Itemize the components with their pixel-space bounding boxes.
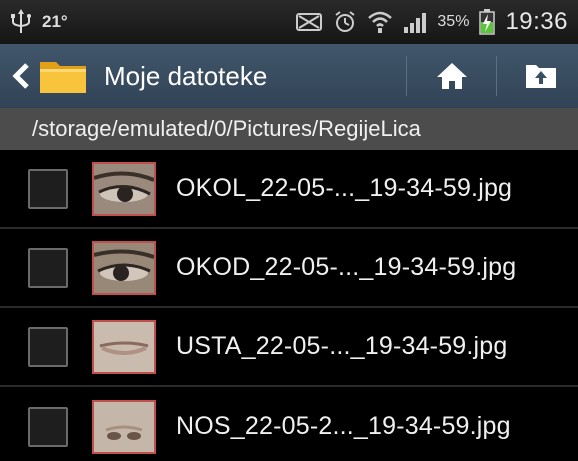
path-bar: /storage/emulated/0/Pictures/RegijeLica [0,108,578,150]
no-signal-icon [296,13,323,31]
image-thumbnail [92,161,156,216]
folder-icon [40,62,86,93]
file-checkbox[interactable] [28,247,68,288]
file-row[interactable]: USTA_22-05-..._19-34-59.jpg [0,308,578,387]
signal-icon [404,13,427,33]
back-chevron-icon [12,63,29,89]
file-name: OKOD_22-05-..._19-34-59.jpg [176,253,517,281]
alarm-icon [335,11,356,32]
usb-icon [11,9,31,33]
current-path: /storage/emulated/0/Pictures/RegijeLica [32,116,421,141]
file-list: OKOL_22-05-..._19-34-59.jpg OKOD_22-05-.… [0,150,578,461]
file-name: OKOL_22-05-..._19-34-59.jpg [176,174,513,202]
file-name: USTA_22-05-..._19-34-59.jpg [176,332,508,360]
up-folder-icon [526,65,556,88]
app-title: Moje datoteke [104,60,268,91]
image-thumbnail [92,319,156,374]
clock: 19:36 [505,8,568,35]
battery-percent: 35% [437,13,470,30]
image-thumbnail [92,240,156,295]
up-folder-button[interactable] [497,44,578,108]
action-bar: Moje datoteke [0,44,578,108]
wifi-icon [368,11,393,33]
divider [406,56,407,96]
file-checkbox[interactable] [28,406,68,447]
file-row[interactable]: OKOD_22-05-..._19-34-59.jpg [0,229,578,308]
file-checkbox[interactable] [28,168,68,209]
battery-charging-icon [479,9,496,35]
file-row[interactable]: OKOL_22-05-..._19-34-59.jpg [0,150,578,229]
back-button[interactable] [0,44,90,108]
file-name: NOS_22-05-2..._19-34-59.jpg [176,412,511,440]
home-icon [437,63,467,89]
temperature: 21° [42,12,68,31]
home-button[interactable] [408,44,496,108]
file-checkbox[interactable] [28,326,68,367]
file-row[interactable]: NOS_22-05-2..._19-34-59.jpg [0,387,578,461]
image-thumbnail [92,399,156,454]
status-bar: 21° 35% 19:36 [0,0,578,44]
